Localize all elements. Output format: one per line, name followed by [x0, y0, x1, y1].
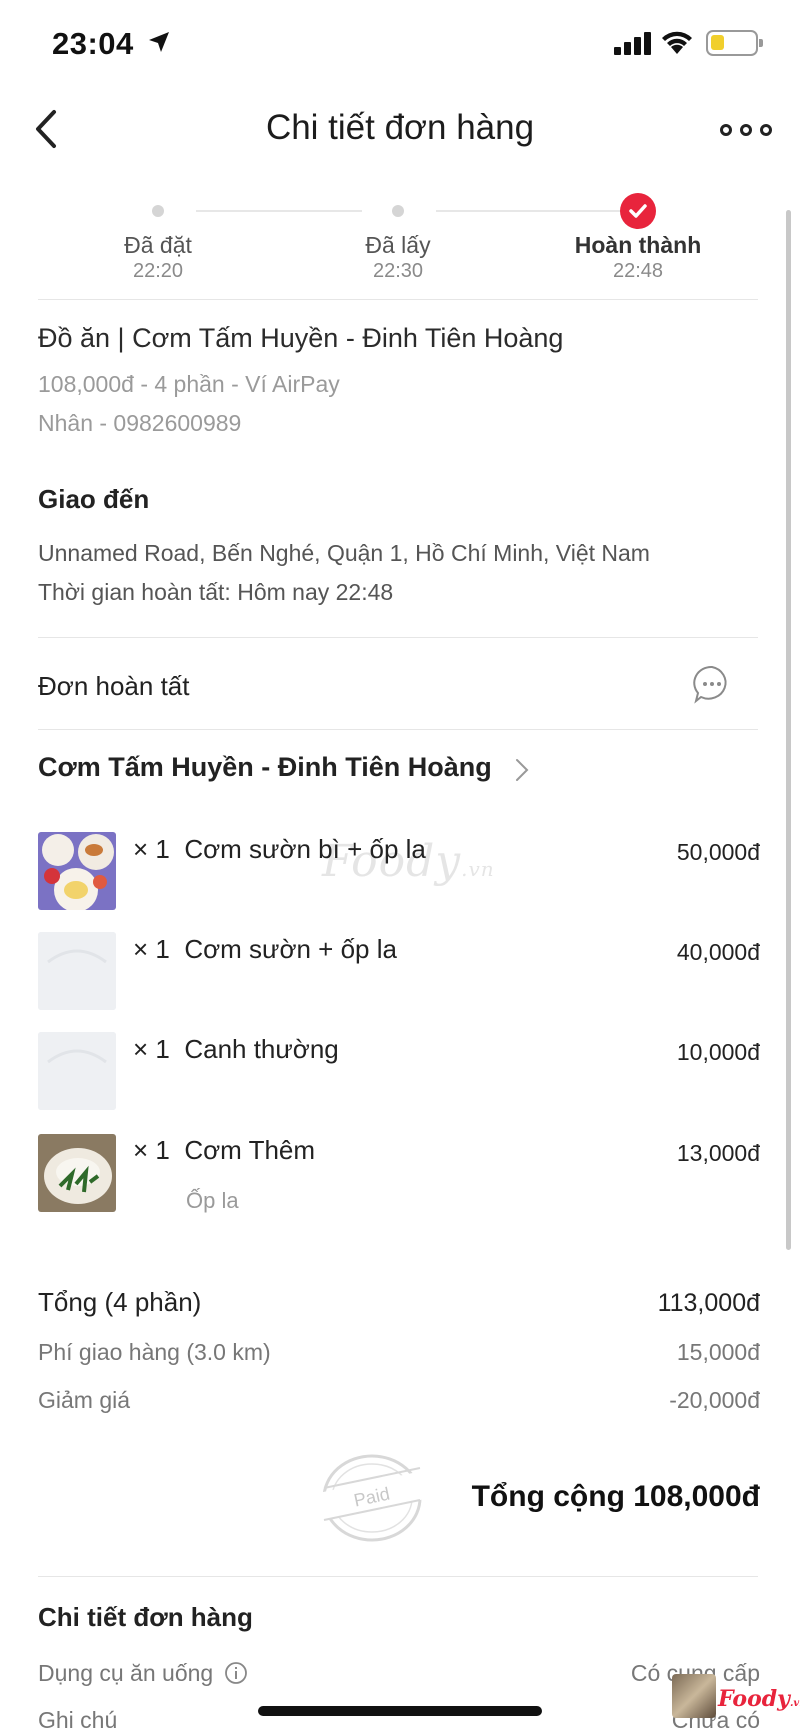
subtotal-label: Tổng (4 phần) — [38, 1287, 202, 1317]
item-price-2: 40,000đ — [676, 939, 760, 965]
order-progress-tracker: Đã đặt 22:20 Đã lấy 22:30 Hoàn thành 22:… — [38, 190, 758, 300]
details-title: Chi tiết đơn hàng — [38, 1602, 253, 1632]
cellular-signal-icon — [614, 31, 652, 55]
discount-label: Giảm giá — [38, 1387, 131, 1413]
item-price-1: 50,000đ — [676, 839, 760, 865]
divider — [38, 637, 758, 638]
divider — [38, 299, 758, 300]
completed-time: Thời gian hoàn tất: Hôm nay 22:48 — [38, 579, 394, 605]
item-price-4: 13,000đ — [676, 1140, 760, 1166]
home-indicator[interactable] — [258, 1706, 542, 1716]
nav-bar: Chi tiết đơn hàng — [0, 90, 800, 170]
page-title: Chi tiết đơn hàng — [265, 108, 535, 147]
note-label: Ghi chú — [38, 1707, 118, 1733]
progress-time-completed: 22:48 — [612, 260, 664, 282]
item-thumbnail-1 — [38, 832, 116, 910]
progress-label-completed: Hoàn thành — [574, 232, 702, 258]
paid-stamp: Paid — [317, 1452, 426, 1544]
progress-check-icon — [620, 193, 656, 229]
progress-label-picked: Đã lấy — [365, 232, 431, 258]
driver-contact-line[interactable]: Nhân - 0982600989 — [38, 410, 241, 437]
shipping-fee-label: Phí giao hàng (3.0 km) — [38, 1339, 271, 1365]
subtotal-value: 113,000đ — [657, 1289, 760, 1317]
grand-total: Tổng cộng 108,000đ — [471, 1480, 760, 1513]
order-store-line: Đồ ăn | Cơm Tấm Huyền - Đinh Tiên Hoàng — [38, 323, 564, 353]
progress-dot-ordered — [152, 205, 164, 217]
progress-time-ordered: 22:20 — [132, 260, 184, 282]
item-thumbnail-3 — [38, 1032, 116, 1110]
divider — [38, 1576, 758, 1577]
info-icon[interactable] — [224, 1661, 248, 1685]
item-thumbnail-4 — [38, 1134, 116, 1212]
chevron-right-icon — [516, 759, 529, 781]
status-time: 23:04 — [52, 26, 134, 61]
item-note-4: Ốp la — [186, 1188, 239, 1213]
divider — [38, 729, 758, 730]
discount-value: -20,000đ — [669, 1387, 760, 1413]
battery-icon — [706, 30, 763, 56]
item-thumbnail-2 — [38, 932, 116, 1010]
location-arrow-icon — [149, 32, 169, 52]
item-price-3: 10,000đ — [676, 1039, 760, 1065]
item-name-1: × 1 Cơm sườn bì + ốp la — [133, 834, 426, 864]
order-payment-line: 108,000đ - 4 phần - Ví AirPay — [38, 371, 340, 397]
delivery-address: Unnamed Road, Bến Nghé, Quận 1, Hồ Chí M… — [38, 540, 650, 566]
shipping-fee-value: 15,000đ — [676, 1339, 760, 1365]
restaurant-name-link[interactable]: Cơm Tấm Huyền - Đinh Tiên Hoàng — [38, 752, 492, 783]
order-status-label: Đơn hoàn tất — [38, 671, 190, 701]
item-name-4: × 1 Cơm Thêm — [133, 1135, 316, 1165]
status-bar: 23:04 — [0, 0, 800, 90]
progress-time-picked: 22:30 — [372, 260, 424, 282]
more-options-icon[interactable] — [720, 118, 776, 142]
utensils-label: Dụng cụ ăn uống — [38, 1660, 248, 1687]
delivery-title: Giao đến — [38, 484, 150, 514]
wifi-icon — [662, 31, 692, 54]
foody-brand-badge: Foody.vn — [672, 1672, 800, 1733]
item-name-3: × 1 Canh thường — [133, 1034, 339, 1064]
progress-dot-picked — [392, 205, 404, 217]
chat-bubble-icon[interactable] — [692, 664, 732, 704]
item-name-2: × 1 Cơm sườn + ốp la — [133, 934, 397, 964]
scrollbar[interactable] — [786, 210, 791, 1250]
progress-label-ordered: Đã đặt — [124, 232, 192, 258]
